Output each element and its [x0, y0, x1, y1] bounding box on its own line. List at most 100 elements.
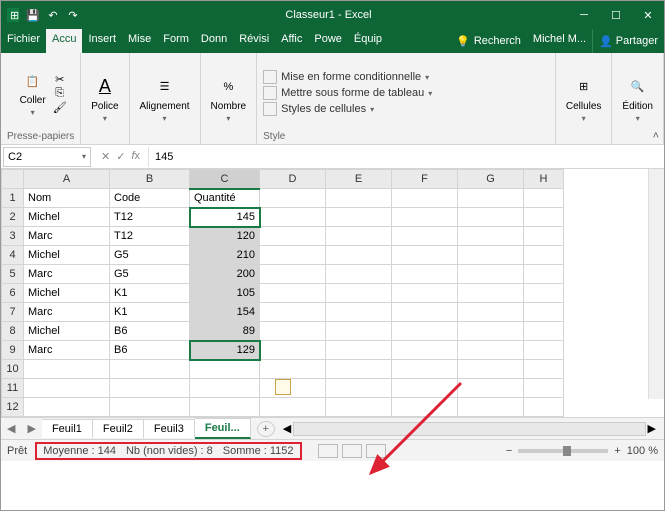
row-header[interactable]: 12	[2, 398, 24, 417]
col-header[interactable]: H	[524, 170, 564, 189]
cells-icon: ⊞	[572, 75, 596, 99]
close-icon[interactable]: ✕	[642, 9, 654, 21]
horizontal-scrollbar[interactable]	[293, 422, 645, 436]
percent-icon: %	[216, 75, 240, 99]
formula-bar[interactable]: 145	[148, 147, 664, 167]
font-button[interactable]: APolice▾	[87, 73, 122, 125]
row-header[interactable]: 4	[2, 246, 24, 265]
save-icon[interactable]: 💾	[27, 9, 39, 21]
minimize-icon[interactable]: ─	[578, 9, 590, 21]
row-header[interactable]: 6	[2, 284, 24, 303]
group-font: APolice▾	[81, 53, 129, 144]
fx-icon[interactable]: fx	[131, 150, 140, 163]
zoom-level[interactable]: 100 %	[627, 445, 658, 457]
cond-format-icon	[263, 70, 277, 84]
status-sum: Somme : 1152	[223, 445, 294, 457]
col-header[interactable]: F	[392, 170, 458, 189]
sheet-tab[interactable]: Feuil2	[93, 419, 144, 438]
bulb-icon: 💡	[456, 35, 470, 48]
tab-data[interactable]: Donn	[195, 29, 233, 53]
sheet-tab[interactable]: Feuil...	[195, 418, 251, 439]
row-header[interactable]: 1	[2, 189, 24, 208]
tab-file[interactable]: Fichier	[1, 29, 46, 53]
find-icon: 🔍	[626, 75, 650, 99]
tab-team[interactable]: Équip	[348, 29, 388, 53]
editing-button[interactable]: 🔍Édition▾	[618, 73, 657, 125]
sheet-nav-next[interactable]: ▶	[21, 422, 41, 435]
col-header[interactable]: B	[110, 170, 190, 189]
col-header[interactable]: G	[458, 170, 524, 189]
col-header[interactable]: D	[260, 170, 326, 189]
view-normal-icon[interactable]	[318, 444, 338, 458]
row-header[interactable]: 2	[2, 208, 24, 227]
zoom-slider[interactable]	[518, 449, 608, 453]
copy-icon[interactable]: ⎘	[54, 87, 66, 99]
tell-me-search[interactable]: 💡Recherch	[450, 29, 527, 53]
group-clipboard: 📋 Coller ▾ ✂ ⎘ 🖌 Presse-papiers	[1, 53, 81, 144]
paste-options-icon[interactable]	[275, 379, 291, 395]
zoom-in-icon[interactable]: +	[614, 445, 620, 457]
alignment-button[interactable]: ☰Alignement▾	[136, 73, 194, 125]
number-button[interactable]: %Nombre▾	[207, 73, 251, 125]
row-header[interactable]: 9	[2, 341, 24, 360]
tab-formulas[interactable]: Form	[157, 29, 195, 53]
tab-insert[interactable]: Insert	[82, 29, 122, 53]
col-header[interactable]: E	[326, 170, 392, 189]
status-aggregates: Moyenne : 144 Nb (non vides) : 8 Somme :…	[35, 442, 301, 460]
view-pagebreak-icon[interactable]	[366, 444, 386, 458]
row-header[interactable]: 7	[2, 303, 24, 322]
row-header[interactable]: 10	[2, 360, 24, 379]
group-number: %Nombre▾	[201, 53, 258, 144]
sheet-tab[interactable]: Feuil1	[42, 419, 93, 438]
row-header[interactable]: 5	[2, 265, 24, 284]
row-header[interactable]: 11	[2, 379, 24, 398]
cell-styles-icon	[263, 102, 277, 116]
col-header[interactable]: C	[190, 170, 260, 189]
cell-styles-button[interactable]: Styles de cellules ▾	[263, 102, 432, 116]
status-ready: Prêt	[7, 445, 27, 457]
cells-button[interactable]: ⊞Cellules▾	[562, 73, 606, 125]
table-icon	[263, 86, 277, 100]
enter-formula-icon[interactable]: ✓	[116, 150, 125, 163]
select-all-corner[interactable]	[2, 170, 24, 189]
cut-icon[interactable]: ✂	[54, 73, 66, 85]
paste-button[interactable]: 📋 Coller ▾	[16, 67, 50, 119]
share-button[interactable]: 👤Partager	[592, 29, 664, 53]
tab-review[interactable]: Révisi	[233, 29, 275, 53]
sheet-tab[interactable]: Feuil3	[144, 419, 195, 438]
row-header[interactable]: 3	[2, 227, 24, 246]
cancel-formula-icon[interactable]: ✕	[101, 150, 110, 163]
status-average: Moyenne : 144	[43, 445, 116, 457]
scroll-left-icon[interactable]: ◀	[283, 422, 291, 435]
col-header[interactable]: A	[24, 170, 110, 189]
tab-layout[interactable]: Mise	[122, 29, 157, 53]
tab-view[interactable]: Affic	[275, 29, 308, 53]
user-name[interactable]: Michel M...	[527, 29, 592, 53]
svg-text:⊞: ⊞	[10, 10, 19, 22]
vertical-scrollbar[interactable]	[648, 169, 664, 399]
scroll-right-icon[interactable]: ▶	[648, 422, 656, 435]
group-cells: ⊞Cellules▾	[556, 53, 613, 144]
zoom-out-icon[interactable]: −	[506, 445, 512, 457]
sheet-nav-prev[interactable]: ◀	[1, 422, 21, 435]
add-sheet-button[interactable]: +	[257, 421, 275, 437]
window-title: Classeur1 - Excel	[285, 9, 371, 21]
cond-format-button[interactable]: Mise en forme conditionnelle ▾	[263, 70, 432, 84]
format-table-button[interactable]: Mettre sous forme de tableau ▾	[263, 86, 432, 100]
excel-icon: ⊞	[7, 9, 19, 21]
share-icon: 👤	[599, 35, 613, 48]
undo-icon[interactable]: ↶	[47, 9, 59, 21]
status-count: Nb (non vides) : 8	[126, 445, 213, 457]
tab-power[interactable]: Powe	[308, 29, 348, 53]
collapse-ribbon-icon[interactable]: ˄	[653, 130, 659, 142]
tab-home[interactable]: Accu	[46, 29, 82, 53]
view-layout-icon[interactable]	[342, 444, 362, 458]
redo-icon[interactable]: ↷	[67, 9, 79, 21]
maximize-icon[interactable]: ☐	[610, 9, 622, 21]
name-box[interactable]: C2▾	[3, 147, 91, 167]
row-header[interactable]: 8	[2, 322, 24, 341]
paste-icon: 📋	[21, 69, 45, 93]
align-icon: ☰	[153, 75, 177, 99]
group-editing: 🔍Édition▾ ˄	[612, 53, 664, 144]
format-painter-icon[interactable]: 🖌	[54, 101, 66, 113]
